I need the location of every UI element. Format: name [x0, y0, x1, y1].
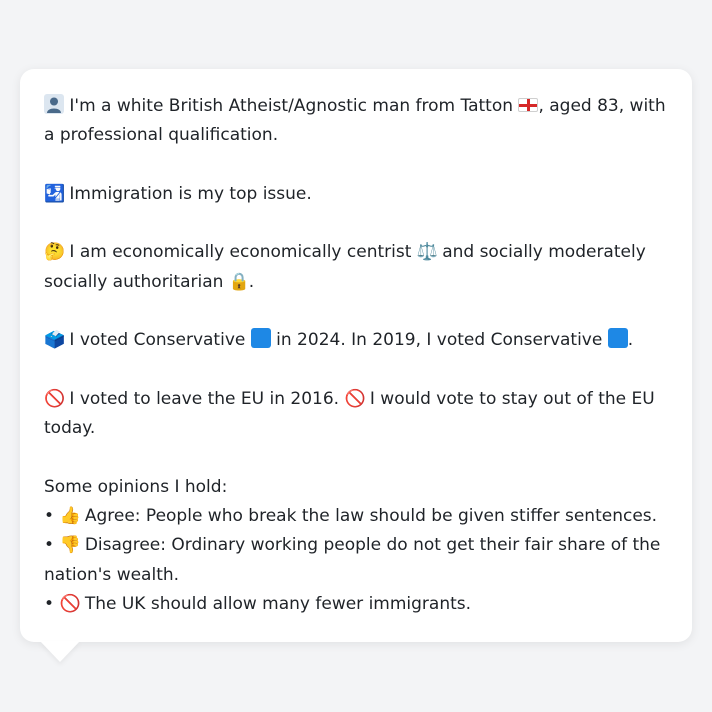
blue-square-icon — [607, 328, 628, 349]
votes-end: . — [627, 330, 634, 351]
opinion-item: • 🚫 The UK should allow many fewer immig… — [44, 590, 672, 619]
balance-scale-icon: ⚖️ — [416, 242, 438, 263]
bullet: • — [44, 506, 55, 527]
bust-in-silhouette-icon — [44, 94, 64, 114]
bullet: • — [44, 535, 55, 556]
top-issue-text: Immigration is my top issue. — [69, 183, 312, 204]
thumbs-up-icon: 👍 — [59, 506, 81, 527]
bullet: • — [44, 594, 55, 615]
prohibited-icon: 🚫 — [59, 594, 81, 615]
opinion-text: The UK should allow many fewer immigrant… — [84, 594, 472, 615]
eu-2016-text: I voted to leave the EU in 2016. — [69, 388, 340, 409]
ballot-box-icon: 🗳️ — [44, 330, 66, 351]
prohibited-icon: 🚫 — [44, 388, 66, 409]
opinion-text: Disagree: Ordinary working people do not… — [44, 535, 661, 585]
lock-icon: 🔒 — [228, 271, 250, 292]
opinion-text: Agree: People who break the law should b… — [84, 506, 658, 527]
vote-2019-text: in 2024. In 2019, I voted Conservative — [276, 330, 603, 351]
england-flag-icon — [518, 98, 539, 112]
ideology-economic-text: I am economically economically centrist — [69, 242, 412, 263]
bubble-tail — [40, 641, 80, 662]
eu-paragraph: 🚫 I voted to leave the EU in 2016. 🚫 I w… — [44, 385, 672, 444]
opinion-item: • 👍 Agree: People who break the law shou… — [44, 502, 672, 531]
chat-message-bubble: I'm a white British Atheist/Agnostic man… — [20, 69, 692, 642]
thumbs-down-icon: 👎 — [59, 535, 81, 556]
opinion-item: • 👎 Disagree: Ordinary working people do… — [44, 531, 672, 590]
opinions-heading: Some opinions I hold: — [44, 476, 228, 497]
thinking-face-icon: 🤔 — [44, 242, 66, 263]
top-issue-paragraph: 🛂 Immigration is my top issue. — [44, 180, 672, 209]
bio-paragraph: I'm a white British Atheist/Agnostic man… — [44, 92, 672, 151]
ideology-end: . — [248, 271, 255, 292]
opinions-section: Some opinions I hold: • 👍 Agree: People … — [44, 473, 672, 619]
bio-text-start: I'm a white British Atheist/Agnostic man… — [69, 96, 514, 116]
blue-square-icon — [250, 328, 271, 349]
ideology-paragraph: 🤔 I am economically economically centris… — [44, 238, 672, 297]
votes-paragraph: 🗳️ I voted Conservative in 2024. In 2019… — [44, 326, 672, 355]
passport-control-icon: 🛂 — [44, 183, 66, 204]
prohibited-icon: 🚫 — [344, 388, 366, 409]
vote-2024-text: I voted Conservative — [69, 330, 246, 351]
